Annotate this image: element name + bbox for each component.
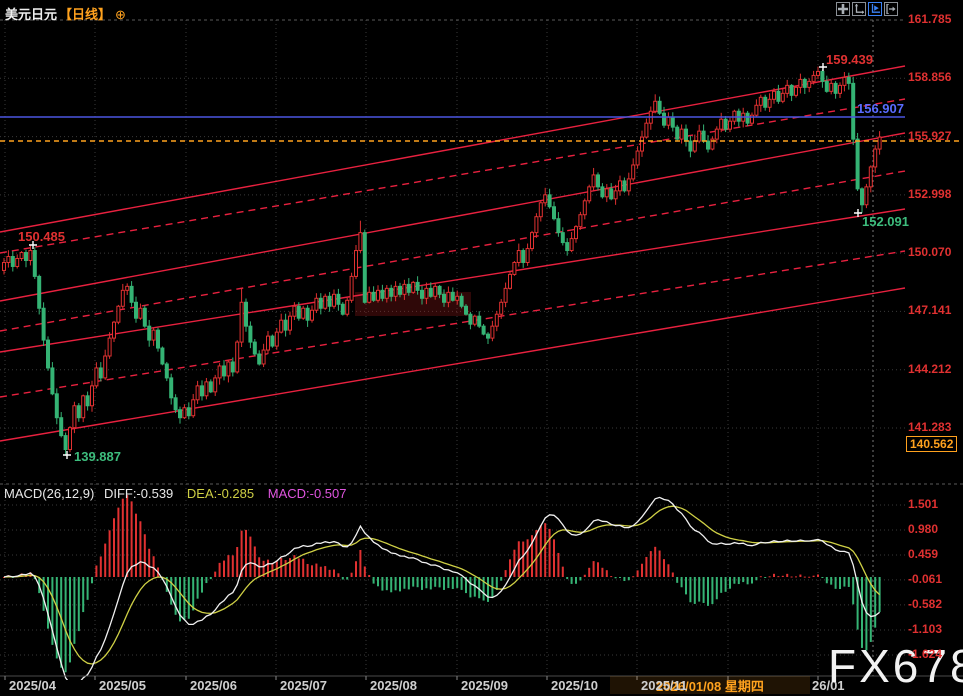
scroll-to-latest-icon[interactable] [868,2,882,16]
macd-dea-value: DEA:-0.285 [187,486,254,501]
pan-glyph [838,4,848,14]
title-bar: 美元日元【日线】 ⊕ [5,4,126,23]
add-indicator-icon[interactable]: ⊕ [115,7,126,22]
axis-scale-icon[interactable] [852,2,866,16]
axis-scale-glyph [854,4,864,14]
scroll-to-latest-glyph [870,4,880,14]
macd-macd-value: MACD:-0.507 [268,486,347,501]
shift-right-glyph [886,4,896,14]
shift-right-icon[interactable] [884,2,898,16]
fx678-watermark: FX678 [828,639,963,693]
macd-diff-value: DIFF:-0.539 [104,486,173,501]
chart-canvas[interactable] [0,0,963,696]
symbol-title: 美元日元 [5,7,57,22]
crosshair-date-label: 2026/01/08 星期四 [610,676,810,694]
macd-header: MACD(26,12,9) DIFF:-0.539 DEA:-0.285 MAC… [4,486,347,501]
chart-toolbar [836,2,898,16]
macd-params-label: MACD(26,12,9) [4,486,94,501]
timeframe-label: 【日线】 [59,7,111,22]
chart-window: 美元日元【日线】 ⊕ MACD(26,12,9) DIFF:-0.539 DEA:… [0,0,963,696]
pan-icon[interactable] [836,2,850,16]
